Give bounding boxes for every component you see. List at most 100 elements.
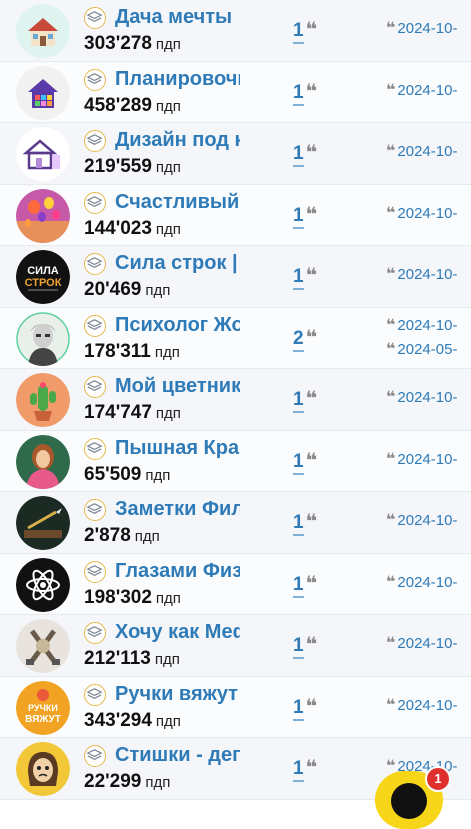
mentions-link[interactable]: 1 ❝ [293,756,317,782]
mentions-link[interactable]: 1 ❝ [293,510,317,536]
mention-date[interactable]: ❝ 2024-10- [386,263,471,287]
list-item[interactable]: Заметки Филолога 2'878пдп 1❝ ❝2024-10- [0,492,471,554]
quote-icon: ❝ [386,266,396,283]
avatar[interactable] [16,742,70,796]
avatar[interactable] [16,619,70,673]
date-text[interactable]: 2024-10- [397,205,457,222]
date-text[interactable]: 2024-10- [397,82,457,99]
mentions-link[interactable]: 1 ❝ [293,80,317,106]
channel-name[interactable]: Ручки вяжут [115,681,240,707]
channel-name[interactable]: Счастливый путь [115,189,240,215]
mention-date[interactable]: ❝ 2024-10- [386,79,471,103]
mention-count[interactable]: 1 [293,512,304,536]
avatar[interactable] [16,4,70,58]
cactus-icon [16,373,70,427]
mention-date[interactable]: ❝ 2024-10- [386,17,471,41]
avatar[interactable] [16,65,70,120]
mention-date[interactable]: ❝ 2024-10- [386,448,471,472]
mention-count[interactable]: 1 [293,81,304,106]
mentions-link[interactable]: 1 ❝ [293,203,317,229]
mention-date[interactable]: ❝ 2024-10- [386,571,471,595]
avatar[interactable] [16,373,70,427]
mention-date[interactable]: ❝ 2024-10- [386,694,471,718]
channel-name[interactable]: Планировочки [115,66,240,92]
list-item[interactable]: Счастливый путь 144'023пдп 1❝ ❝2024-10- [0,184,471,246]
list-item[interactable]: Дача мечты 303'278 пдп 1 ❝ ❝ 2024-10- [0,0,471,62]
channel-name[interactable]: Психолог Жорж [115,312,240,338]
mentions-link[interactable]: 1 ❝ [293,387,317,413]
avatar[interactable] [16,188,70,243]
purple-house-icon [16,127,70,181]
date-text[interactable]: 2024-10- [397,143,457,160]
mentions-link[interactable]: 1 ❝ [293,264,317,290]
mention-count[interactable]: 2 [293,327,304,352]
channel-type-icon [84,683,106,706]
channel-name[interactable]: Заметки Филолога [115,496,240,522]
channel-name[interactable]: Дизайн под ключ [115,127,240,153]
mentions-link[interactable]: 1 ❝ [293,633,317,659]
mention-count[interactable]: 1 [293,266,304,290]
list-item[interactable]: Пышная Краса 65'509пдп 1❝ ❝2024-10- [0,430,471,492]
list-item[interactable]: Планировочки 458'289пдп 1❝ ❝2024-10- [0,61,471,123]
mention-count[interactable]: 1 [293,696,304,721]
channel-name[interactable]: Пышная Краса [115,435,240,461]
mentions-link[interactable]: 1 ❝ [293,572,317,598]
mentions-link[interactable]: 2 ❝ [293,326,317,352]
list-item[interactable]: Глазами Физика 198'302пдп 1❝ ❝2024-10- [0,553,471,615]
avatar[interactable] [16,434,70,489]
mentions-link[interactable]: 1 ❝ [293,18,317,44]
list-item[interactable]: РУЧКИ ВЯЖУТ Ручки вяжут 343'294 пдп 1 ❝ ❝ 2… [0,676,471,738]
mention-count[interactable]: 1 [293,758,304,782]
avatar[interactable] [16,557,70,612]
mention-count[interactable]: 1 [293,450,304,475]
date-text[interactable]: 2024-10- [397,574,457,591]
mention-count[interactable]: 1 [293,20,304,44]
avatar[interactable] [16,311,70,366]
date-text[interactable]: 2024-10- [397,635,457,652]
list-item[interactable]: Хочу как Мефисто 212'113пдп 1❝ ❝2024-10- [0,615,471,677]
mention-count[interactable]: 1 [293,204,304,229]
date-text[interactable]: 2024-10- [397,20,457,37]
date-text[interactable]: 2024-10- [397,697,457,714]
mention-date[interactable]: ❝ 2024-05- [386,338,471,362]
mention-date[interactable]: ❝ 2024-10- [386,314,471,338]
avatar[interactable]: СИЛА СТРОК [16,250,70,304]
logo-text-top: РУЧКИ [28,703,58,713]
avatar[interactable]: РУЧКИ ВЯЖУТ [16,680,70,735]
avatar[interactable] [16,127,70,181]
date-text[interactable]: 2024-10- [397,266,457,283]
channel-name[interactable]: Хочу как Мефисто [115,619,240,645]
mentions-link[interactable]: 1 ❝ [293,695,317,721]
mention-count[interactable]: 1 [293,143,304,167]
mentions-link[interactable]: 1 ❝ [293,449,317,475]
channel-name[interactable]: Стишки - депрессия [115,742,240,768]
mention-count[interactable]: 1 [293,573,304,598]
date-text[interactable]: 2024-10- [397,512,457,529]
date-text[interactable]: 2024-10- [397,451,457,468]
logo-text-top: СИЛА [27,265,59,277]
list-item[interactable]: СИЛА СТРОК Сила строк | Л 20'469пдп 1❝ ❝… [0,246,471,308]
mention-date[interactable]: ❝ 2024-10- [386,509,471,533]
mention-date[interactable]: ❝ 2024-10- [386,386,471,410]
chat-icon [391,783,427,819]
mention-dates: ❝ 2024-10- [386,694,471,718]
subscriber-count: 458'289 пдп [84,94,181,119]
channel-name[interactable]: Дача мечты [115,4,240,30]
date-text[interactable]: 2024-10- [397,317,457,334]
date-text[interactable]: 2024-05- [397,341,457,358]
mention-count[interactable]: 1 [293,389,304,413]
mention-count[interactable]: 1 [293,635,304,659]
mention-date[interactable]: ❝ 2024-10- [386,140,471,164]
channel-name[interactable]: Мой цветник [115,373,240,399]
channel-name[interactable]: Сила строк | Л [115,250,240,276]
list-item[interactable]: Дизайн под ключ 219'559пдп 1❝ ❝2024-10- [0,123,471,185]
channel-name[interactable]: Глазами Физика [115,558,240,584]
mention-date[interactable]: ❝ 2024-10- [386,202,471,226]
quote-icon: ❝ [386,20,396,37]
avatar[interactable] [16,496,70,550]
date-text[interactable]: 2024-10- [397,389,457,406]
mentions-link[interactable]: 1 ❝ [293,141,317,167]
list-item[interactable]: Психолог Жорж 178'311пдп 2❝ ❝2024-10- ❝2… [0,307,471,369]
mention-date[interactable]: ❝ 2024-10- [386,632,471,656]
list-item[interactable]: Мой цветник 174'747 пдп 1 ❝ ❝ 2024-10- [0,369,471,431]
